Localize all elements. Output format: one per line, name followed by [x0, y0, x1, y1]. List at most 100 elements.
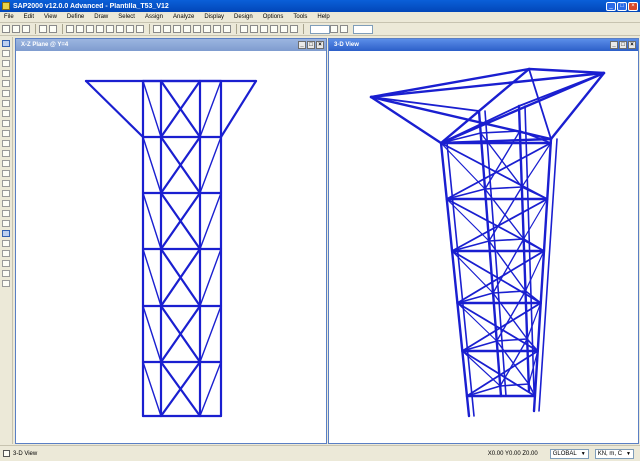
menu-define[interactable]: Define [62, 14, 89, 20]
section-dropdown[interactable] [310, 24, 330, 34]
save-icon[interactable] [22, 25, 30, 33]
draw-solid-icon[interactable] [2, 150, 10, 157]
draw-frame-icon[interactable] [2, 70, 10, 77]
draw-reference-point-icon[interactable] [2, 180, 10, 187]
status-bar: 3-D View X0.00 Y0.00 Z0.00 GLOBAL ▼ KN, … [0, 445, 640, 461]
draw-link-icon[interactable] [2, 110, 10, 117]
move-down-icon[interactable] [223, 25, 231, 33]
get-previous-selection-icon[interactable] [2, 200, 10, 207]
reshape-icon[interactable] [2, 50, 10, 57]
frame-member [445, 142, 552, 200]
minimize-icon[interactable]: _ [610, 41, 618, 49]
frame-member [461, 350, 501, 387]
3d-view-canvas[interactable] [329, 51, 638, 443]
quick-draw-area-icon[interactable] [2, 140, 10, 147]
view-xz-icon[interactable] [173, 25, 181, 33]
pointer-icon[interactable] [2, 40, 10, 47]
zoom-in-icon[interactable] [106, 25, 114, 33]
maximize-icon[interactable]: □ [617, 1, 627, 11]
view-yz-icon[interactable] [183, 25, 191, 33]
run-analysis-icon[interactable] [76, 25, 84, 33]
zoom-out-icon[interactable] [116, 25, 124, 33]
3d-view-titlebar[interactable]: 3-D View _ □ × [329, 39, 638, 51]
menu-assign[interactable]: Assign [140, 14, 168, 20]
open-file-icon[interactable] [12, 25, 20, 33]
xz-plane-canvas[interactable] [16, 51, 326, 443]
left-toolbar [0, 37, 13, 444]
color-icon[interactable] [340, 25, 348, 33]
clear-selection-icon[interactable] [2, 210, 10, 217]
frame-member [142, 248, 162, 307]
menu-options[interactable]: Options [258, 14, 289, 20]
snap-ends-icon[interactable] [2, 240, 10, 247]
pan-icon[interactable] [126, 25, 134, 33]
view-xy-icon[interactable] [163, 25, 171, 33]
frame-member [484, 110, 507, 397]
close-icon[interactable]: × [316, 41, 324, 49]
3d-view-title: 3-D View [334, 42, 359, 48]
menu-help[interactable]: Help [312, 14, 334, 20]
refresh-view-icon[interactable] [290, 25, 298, 33]
show-forces-icon[interactable] [270, 25, 278, 33]
undo-icon[interactable] [39, 25, 47, 33]
menu-draw[interactable]: Draw [89, 14, 113, 20]
menu-tools[interactable]: Tools [288, 14, 312, 20]
xz-plane-title: X-Z Plane @ Y=4 [21, 42, 69, 48]
menu-display[interactable]: Display [199, 14, 229, 20]
zoom-rubberband-icon[interactable] [86, 25, 94, 33]
rotate-view-icon[interactable] [193, 25, 201, 33]
xz-window-controls: _ □ × [298, 41, 324, 49]
snap-intersections-icon[interactable] [2, 250, 10, 257]
frame-member [522, 238, 545, 252]
units-select[interactable]: KN, m, C ▼ [594, 448, 634, 459]
menu-analyze[interactable]: Analyze [168, 14, 199, 20]
draw-poly-area-icon[interactable] [2, 120, 10, 127]
maximize-icon[interactable]: □ [619, 41, 627, 49]
new-file-icon[interactable] [2, 25, 10, 33]
maximize-icon[interactable]: □ [307, 41, 315, 49]
menu-edit[interactable]: Edit [19, 14, 39, 20]
show-deformed-icon[interactable] [260, 25, 268, 33]
display-dropdown[interactable] [353, 24, 373, 34]
intersecting-line-select-icon[interactable] [2, 220, 10, 227]
3d-view-window[interactable]: 3-D View _ □ × [328, 38, 639, 444]
close-icon[interactable]: × [628, 41, 636, 49]
xz-plane-titlebar[interactable]: X-Z Plane @ Y=4 _ □ × [16, 39, 326, 51]
lock-icon[interactable] [66, 25, 74, 33]
toolbar-separator [149, 24, 150, 34]
view-3d-icon[interactable] [153, 25, 161, 33]
menu-file[interactable]: File [0, 14, 19, 20]
draw-secondary-beam-icon[interactable] [2, 100, 10, 107]
display-options-icon[interactable] [280, 25, 288, 33]
xz-plane-window[interactable]: X-Z Plane @ Y=4 _ □ × [15, 38, 327, 444]
3d-window-controls: _ □ × [610, 41, 636, 49]
snap-perpendicular-icon[interactable] [2, 260, 10, 267]
main-toolbar [0, 23, 640, 36]
menu-view[interactable]: View [39, 14, 62, 20]
snap-lines-icon[interactable] [2, 270, 10, 277]
zoom-full-icon[interactable] [96, 25, 104, 33]
draw-dimension-icon[interactable] [2, 170, 10, 177]
draw-brace-icon[interactable] [2, 90, 10, 97]
close-icon[interactable]: × [628, 1, 638, 11]
minimize-icon[interactable]: _ [298, 41, 306, 49]
select-all-icon[interactable] [2, 190, 10, 197]
quick-draw-frame-icon[interactable] [2, 80, 10, 87]
coord-system-select[interactable]: GLOBAL ▼ [549, 448, 589, 459]
minimize-icon[interactable]: _ [606, 1, 616, 11]
move-up-icon[interactable] [213, 25, 221, 33]
draw-section-cut-icon[interactable] [2, 160, 10, 167]
grid-icon[interactable] [330, 25, 338, 33]
redo-icon[interactable] [49, 25, 57, 33]
snap-points-icon[interactable] [2, 230, 10, 237]
frame-member [439, 141, 471, 418]
menu-select[interactable]: Select [113, 14, 140, 20]
show-undeformed-icon[interactable] [240, 25, 248, 33]
draw-rect-area-icon[interactable] [2, 130, 10, 137]
draw-point-icon[interactable] [2, 60, 10, 67]
snap-fine-grid-icon[interactable] [2, 280, 10, 287]
menu-design[interactable]: Design [229, 14, 258, 20]
show-loads-icon[interactable] [250, 25, 258, 33]
perspective-icon[interactable] [203, 25, 211, 33]
zoom-previous-icon[interactable] [136, 25, 144, 33]
